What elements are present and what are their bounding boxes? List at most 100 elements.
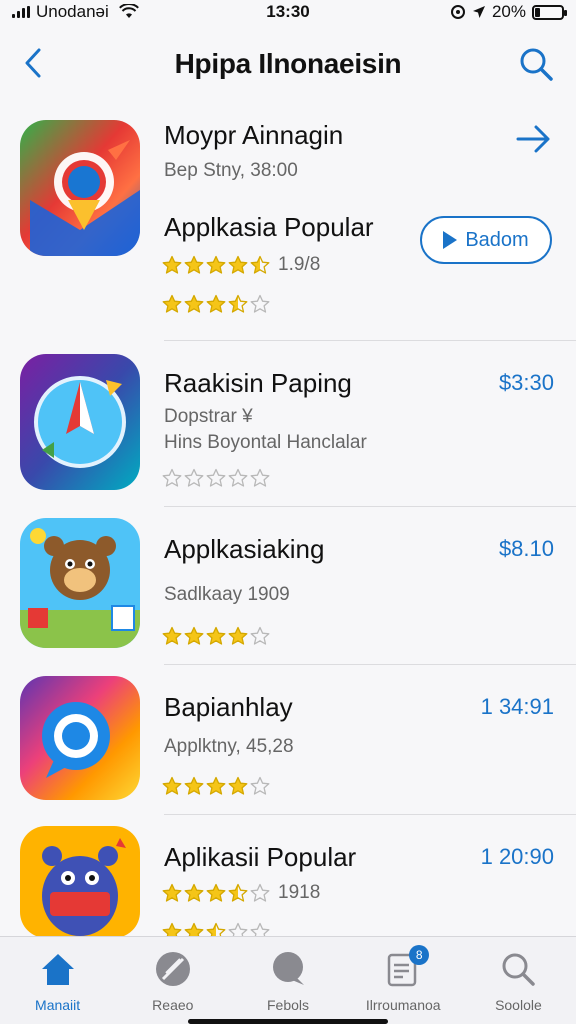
tab-label: Soolole — [495, 997, 542, 1013]
star-filled-icon — [162, 883, 182, 902]
star-empty-icon — [228, 468, 248, 487]
app-title: Aplikasii Popular — [164, 842, 357, 872]
tab-bar: Manaiit Reaeo Febols 8 Ilrroumanoa Soolo… — [0, 936, 576, 1024]
star-empty-icon — [184, 468, 204, 487]
chat-bubble-icon — [273, 952, 304, 985]
app-rating — [162, 468, 270, 488]
star-empty-icon — [250, 883, 270, 902]
star-rating-icons — [162, 883, 270, 903]
carrier-label: Unodanəi — [36, 2, 109, 21]
app-price[interactable]: $8.10 — [499, 536, 554, 562]
search-button[interactable] — [518, 46, 554, 82]
location-icon — [472, 6, 485, 18]
search-icon — [502, 953, 536, 986]
star-filled-icon — [184, 776, 204, 795]
arrow-right-icon — [516, 125, 550, 153]
featured-arrow-button[interactable] — [514, 122, 554, 156]
app-list-item[interactable]: Aplikasii Popular 1 20:90 1918 — [0, 826, 576, 941]
star-rating-icons — [162, 294, 270, 314]
app-rating — [162, 626, 270, 646]
featured-secondary-rating — [162, 294, 270, 314]
star-filled-icon — [228, 776, 248, 795]
maps-app-icon — [20, 120, 140, 256]
tab-label: Febols — [266, 997, 310, 1013]
star-rating-icons — [162, 626, 270, 646]
back-button[interactable] — [18, 46, 48, 80]
star-filled-icon — [228, 255, 248, 274]
star-filled-icon — [162, 294, 182, 313]
app-list-item[interactable]: Applkasiaking $8.10 Sadlkaay 1909 — [0, 518, 576, 662]
compass-icon — [155, 952, 190, 986]
app-subtitle: Sadlkaay 1909 — [164, 584, 290, 605]
star-empty-icon — [250, 468, 270, 487]
star-empty-icon — [250, 776, 270, 795]
app-price[interactable]: $3:30 — [499, 370, 554, 396]
star-empty-icon — [206, 468, 226, 487]
app-rating — [162, 776, 270, 796]
star-filled-icon — [206, 255, 226, 274]
wifi-icon — [118, 4, 139, 18]
tab-label: Reaeo — [152, 997, 194, 1013]
star-filled-icon — [162, 776, 182, 795]
monster-game-app-icon — [20, 826, 140, 938]
status-time: 13:30 — [266, 2, 310, 21]
divider — [164, 814, 576, 815]
app-list-item[interactable]: Raakisin Paping $3:30 Dopstrar ¥ Hins Bo… — [0, 352, 576, 502]
section-title: Applkasia Popular — [164, 212, 374, 242]
search-icon — [520, 48, 553, 81]
star-rating-icons — [162, 776, 270, 796]
header: Hpipa Ilnonaeisin — [0, 30, 576, 96]
star-filled-icon — [206, 776, 226, 795]
tab-search[interactable]: Soolole — [461, 937, 576, 1024]
play-icon — [443, 231, 458, 249]
tab-label: Manaiit — [35, 997, 81, 1013]
notification-badge: 8 — [409, 945, 430, 965]
star-filled-icon — [184, 294, 204, 313]
star-empty-icon — [250, 294, 270, 313]
download-button[interactable]: Badom — [420, 216, 552, 264]
status-bar: Unodanəi 13:30 20% — [0, 0, 576, 24]
divider — [164, 664, 576, 665]
star-filled-icon — [206, 626, 226, 645]
divider — [164, 506, 576, 507]
app-list-item[interactable]: Bapianhlay 1 34:91 Applktny, 45,28 — [0, 676, 576, 812]
home-indicator — [188, 1019, 388, 1024]
home-icon — [41, 954, 74, 985]
tab-browse[interactable]: Reaeo — [115, 937, 230, 1024]
star-half-icon — [228, 294, 248, 313]
star-filled-icon — [184, 883, 204, 902]
app-title: Applkasiaking — [164, 534, 325, 564]
star-filled-icon — [228, 626, 248, 645]
star-rating-icons — [162, 468, 270, 488]
compass-app-icon — [20, 354, 140, 490]
app-title: Raakisin Paping — [164, 368, 352, 398]
app-subtitle: Applktny, 45,28 — [164, 736, 294, 757]
featured-app-item[interactable]: Moypr Ainnagin Bep Stny, 38:00 Applkasia… — [0, 108, 576, 340]
app-price[interactable]: 1 34:91 — [481, 694, 554, 720]
star-empty-icon — [162, 468, 182, 487]
star-empty-icon — [250, 626, 270, 645]
star-filled-icon — [206, 883, 226, 902]
app-subtitle: Dopstrar ¥ — [164, 406, 253, 427]
tab-home[interactable]: Manaiit — [0, 937, 115, 1024]
star-filled-icon — [162, 626, 182, 645]
tab-updates[interactable]: 8 Ilrroumanoa — [346, 937, 461, 1024]
star-filled-icon — [184, 255, 204, 274]
divider — [164, 340, 576, 341]
page-title: Hpipa Ilnonaeisin — [174, 48, 402, 79]
chat-app-icon — [20, 676, 140, 800]
app-subtitle-secondary: Hins Boyontal Hanclalar — [164, 432, 367, 453]
star-rating-icons — [162, 255, 270, 275]
star-half-icon — [228, 883, 248, 902]
tab-label: Ilrroumanoa — [365, 997, 441, 1013]
star-filled-icon — [206, 294, 226, 313]
tab-chats[interactable]: Febols — [230, 937, 345, 1024]
star-filled-icon — [162, 255, 182, 274]
featured-rating-text: 1.9/8 — [278, 254, 321, 275]
bear-game-app-icon — [20, 518, 140, 648]
download-button-label: Badom — [465, 228, 529, 251]
app-title: Bapianhlay — [164, 692, 293, 722]
featured-subtitle: Bep Stny, 38:00 — [164, 160, 298, 181]
signal-icon — [12, 6, 30, 18]
app-price[interactable]: 1 20:90 — [481, 844, 554, 870]
